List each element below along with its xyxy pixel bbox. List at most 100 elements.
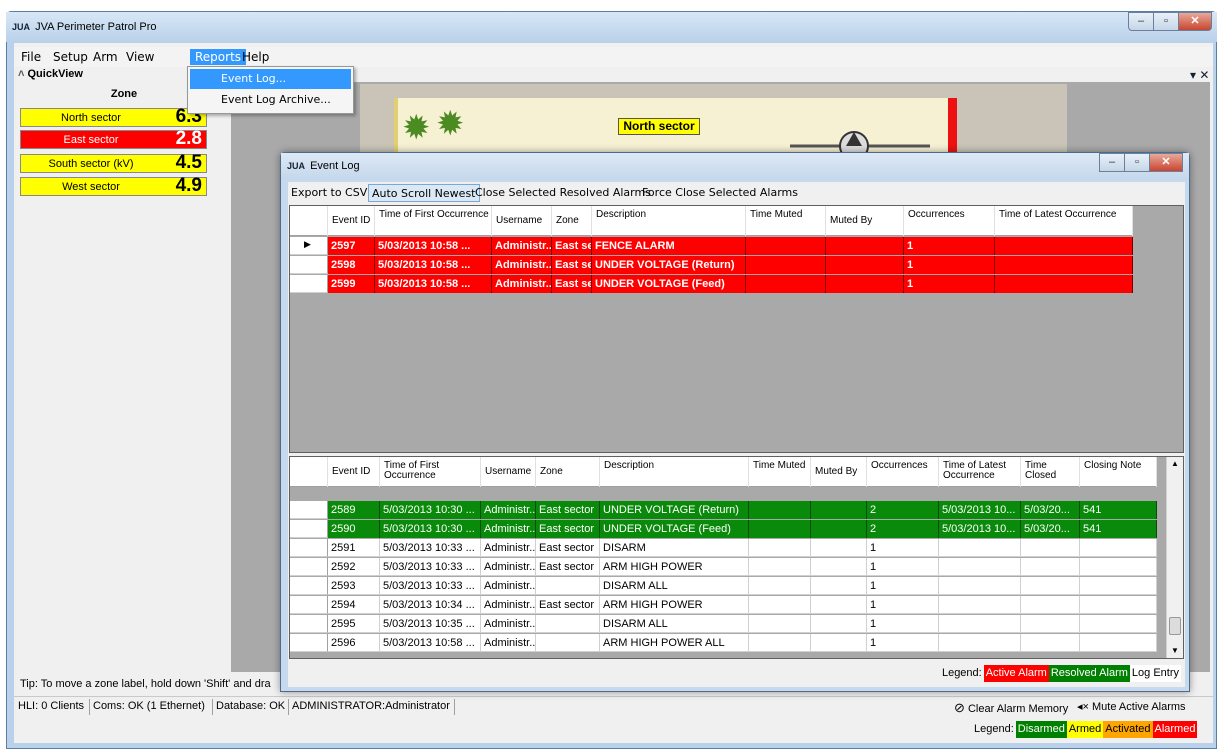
table-row[interactable]: 2591 5/03/2013 10:33 ... Administr... East … <box>328 539 1157 557</box>
row-header[interactable] <box>290 539 328 557</box>
row-header[interactable] <box>290 256 328 274</box>
column-header[interactable]: Username <box>492 206 552 236</box>
table-row[interactable]: 2592 5/03/2013 10:33 ... Administr... East … <box>328 558 1157 576</box>
ev-maximize-button[interactable]: ▫ <box>1124 153 1150 172</box>
event-log-titlebar[interactable]: JUA Event Log – ▫ ✕ <box>281 153 1189 180</box>
table-row[interactable]: 2589 5/03/2013 10:30 ... Administr... East … <box>328 501 1157 519</box>
zone-row-west[interactable]: West sector 4.9 <box>20 175 207 196</box>
menu-file[interactable]: File <box>16 49 46 65</box>
column-header[interactable]: Time Muted <box>749 457 811 487</box>
main-titlebar[interactable]: JUA JVA Perimeter Patrol Pro – ▫ ✕ <box>6 12 1217 42</box>
row-header[interactable] <box>290 615 328 633</box>
table-cell: 2597 <box>328 237 375 255</box>
column-header[interactable]: Muted By <box>811 457 867 487</box>
table-cell: 5/03/20... <box>1021 501 1080 519</box>
auto-scroll-button[interactable]: Auto Scroll Newest <box>368 184 480 202</box>
table-row[interactable]: 2598 5/03/2013 10:58 ... Administr... East … <box>328 256 1133 274</box>
table-cell <box>749 539 811 557</box>
column-header[interactable]: Event ID <box>328 206 375 236</box>
menu-setup[interactable]: Setup <box>48 49 93 65</box>
row-header[interactable] <box>290 596 328 614</box>
legend-active-alarm: Active Alarm <box>983 665 1049 682</box>
column-header[interactable]: Time of First Occurrence <box>375 206 492 236</box>
column-header[interactable]: Zone <box>536 457 600 487</box>
clear-alarm-memory-button[interactable]: ⊘ Clear Alarm Memory <box>954 700 1068 716</box>
minimize-button[interactable]: – <box>1128 12 1154 31</box>
table-cell: UNDER VOLTAGE (Feed) <box>592 275 746 293</box>
table-cell: UNDER VOLTAGE (Return) <box>600 501 749 519</box>
column-header[interactable]: Event ID <box>328 457 380 487</box>
menu-view[interactable]: View <box>121 49 159 65</box>
column-header[interactable]: Description <box>600 457 749 487</box>
row-header[interactable] <box>290 634 328 652</box>
map-label-north-sector[interactable]: North sector <box>618 118 700 135</box>
column-header[interactable]: Time of Latest Occurrence <box>939 457 1021 487</box>
close-resolved-button[interactable]: Close Selected Resolved Alarms <box>472 184 654 202</box>
active-alarms-grid[interactable]: Event ID Time of First Occurrence Username… <box>289 205 1184 453</box>
menu-event-log[interactable]: Event Log... <box>190 69 351 89</box>
column-header[interactable]: Occurrences <box>867 457 939 487</box>
close-button[interactable]: ✕ <box>1178 12 1212 31</box>
table-cell <box>536 615 600 633</box>
menu-arm[interactable]: Arm <box>88 49 123 65</box>
status-database: Database: OK <box>216 700 286 712</box>
row-header[interactable] <box>290 275 328 293</box>
row-header[interactable]: ▶ <box>290 237 328 255</box>
table-cell: ARM HIGH POWER ALL <box>600 634 749 652</box>
zone-row-south[interactable]: South sector (kV) 4.5 <box>20 152 207 173</box>
column-header[interactable]: Time Closed <box>1021 457 1080 487</box>
legend-label: Legend: <box>974 723 1014 735</box>
column-header[interactable]: Zone <box>552 206 592 236</box>
table-cell: 2598 <box>328 256 375 274</box>
column-header[interactable]: Time Muted <box>746 206 826 236</box>
scroll-up-icon[interactable]: ▲ <box>1167 457 1183 471</box>
event-history-grid[interactable]: Event ID Time of First Occurrence Username… <box>289 456 1184 659</box>
table-cell <box>1021 596 1080 614</box>
menu-event-log-archive[interactable]: Event Log Archive... <box>190 90 351 110</box>
table-cell <box>746 275 826 293</box>
table-row[interactable]: 2594 5/03/2013 10:34 ... Administr... East … <box>328 596 1157 614</box>
row-header[interactable] <box>290 520 328 538</box>
zone-row-east[interactable]: East sector 2.8 <box>20 128 207 149</box>
table-cell: 5/03/2013 10... <box>939 520 1021 538</box>
table-cell: 5/03/2013 10:33 ... <box>380 558 481 576</box>
export-csv-button[interactable]: Export to CSV <box>288 184 370 202</box>
table-cell: 5/03/2013 10:35 ... <box>380 615 481 633</box>
table-row[interactable]: 2590 5/03/2013 10:30 ... Administr... East … <box>328 520 1157 538</box>
table-row[interactable]: 2596 5/03/2013 10:58 ... Administr... ARM H… <box>328 634 1157 652</box>
ev-minimize-button[interactable]: – <box>1099 153 1125 172</box>
column-header[interactable]: Time of First Occurrence <box>380 457 481 487</box>
main-legend: Legend: Disarmed Armed Activated Alarmed <box>14 719 1213 741</box>
table-cell: East sector <box>536 501 600 519</box>
mute-active-alarms-button[interactable]: ◂× Mute Active Alarms <box>1077 700 1186 713</box>
column-header[interactable]: Muted By <box>826 206 904 236</box>
panel-pin-icon[interactable]: ▾ ✕ <box>1190 68 1209 82</box>
column-header[interactable]: Description <box>592 206 746 236</box>
table-cell: FENCE ALARM <box>592 237 746 255</box>
scroll-thumb[interactable] <box>1169 617 1181 635</box>
table-cell: 2590 <box>328 520 380 538</box>
vertical-scrollbar[interactable]: ▲ ▼ <box>1166 457 1183 658</box>
table-row[interactable]: 2599 5/03/2013 10:58 ... Administr... East … <box>328 275 1133 293</box>
row-header[interactable] <box>290 577 328 595</box>
table-cell <box>939 634 1021 652</box>
menu-help[interactable]: Help <box>237 49 274 65</box>
row-header[interactable] <box>290 558 328 576</box>
collapse-icon[interactable]: ˄ <box>18 68 24 80</box>
ev-close-button[interactable]: ✕ <box>1149 153 1183 172</box>
table-cell: Administr... <box>492 275 552 293</box>
row-header[interactable] <box>290 501 328 519</box>
table-row[interactable]: 2597 5/03/2013 10:58 ... Administr... East … <box>328 237 1133 255</box>
table-cell: 1 <box>904 275 995 293</box>
column-header[interactable]: Time of Latest Occurrence <box>995 206 1133 236</box>
scroll-down-icon[interactable]: ▼ <box>1167 644 1183 658</box>
force-close-button[interactable]: Force Close Selected Alarms <box>639 184 801 202</box>
table-row[interactable]: 2595 5/03/2013 10:35 ... Administr... DISAR… <box>328 615 1157 633</box>
column-header[interactable]: Occurrences <box>904 206 995 236</box>
column-header[interactable]: Username <box>481 457 536 487</box>
zone-row-north[interactable]: North sector 6.3 <box>20 106 207 127</box>
table-row[interactable]: 2593 5/03/2013 10:33 ... Administr... DISAR… <box>328 577 1157 595</box>
maximize-button[interactable]: ▫ <box>1153 12 1179 31</box>
table-cell <box>749 615 811 633</box>
column-header[interactable]: Closing Note <box>1080 457 1157 487</box>
